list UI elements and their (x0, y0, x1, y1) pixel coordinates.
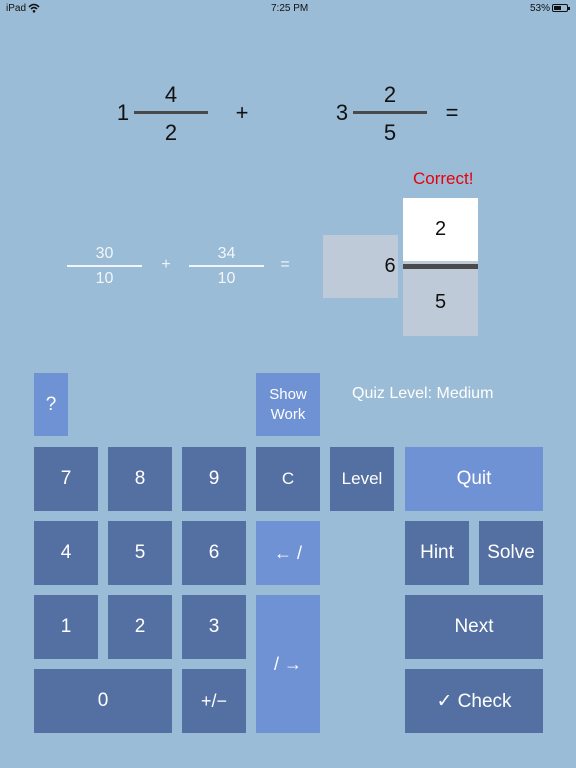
next-button[interactable]: Next (405, 595, 543, 659)
key-0[interactable]: 0 (34, 669, 172, 733)
device-name: iPad (6, 3, 27, 14)
problem-right-fraction-bar (353, 111, 427, 114)
answer-numerator-field[interactable]: 2 (403, 198, 478, 261)
answer-denominator-field[interactable]: 5 (403, 269, 478, 336)
battery-percent: 53% (530, 3, 551, 14)
wifi-icon (28, 3, 40, 13)
work-equals: = (280, 256, 290, 273)
problem-operator: + (235, 100, 249, 125)
quit-button[interactable]: Quit (405, 447, 543, 511)
key-3[interactable]: 3 (182, 595, 246, 659)
work-left-numerator: 30 (95, 245, 114, 262)
key-7[interactable]: 7 (34, 447, 98, 511)
key-1[interactable]: 1 (34, 595, 98, 659)
key-9[interactable]: 9 (182, 447, 246, 511)
problem-left-denominator: 2 (164, 120, 178, 145)
key-6[interactable]: 6 (182, 521, 246, 585)
show-work-button[interactable]: Show Work (256, 373, 320, 436)
problem-left-numerator: 4 (164, 82, 178, 107)
feedback-correct: Correct! (413, 169, 474, 188)
work-right-fraction-bar (189, 265, 264, 267)
key-8[interactable]: 8 (108, 447, 172, 511)
battery-icon (552, 4, 570, 12)
work-right-numerator: 34 (217, 245, 236, 262)
help-button[interactable]: ? (34, 373, 68, 436)
work-left-denominator: 10 (95, 270, 114, 287)
slash-forward-key[interactable]: / → (256, 595, 320, 733)
problem-right-numerator: 2 (383, 82, 397, 107)
plus-minus-key[interactable]: +/− (182, 669, 246, 733)
work-left-fraction-bar (67, 265, 142, 267)
hint-button[interactable]: Hint (405, 521, 469, 585)
backslash-key[interactable]: ← / (256, 521, 320, 585)
key-4[interactable]: 4 (34, 521, 98, 585)
work-operator: + (161, 256, 171, 273)
problem-right-whole: 3 (335, 100, 349, 125)
answer-whole: 6 (384, 255, 396, 277)
problem-equals: = (445, 100, 459, 125)
show-work-label-line1: Show (269, 385, 307, 403)
key-5[interactable]: 5 (108, 521, 172, 585)
work-right-denominator: 10 (217, 270, 236, 287)
level-button[interactable]: Level (330, 447, 394, 511)
problem-right-denominator: 5 (383, 120, 397, 145)
solve-button[interactable]: Solve (479, 521, 543, 585)
quiz-level-label: Quiz Level: Medium (352, 385, 494, 402)
show-work-label-line2: Work (270, 405, 306, 423)
check-button[interactable]: ✓ Check (405, 669, 543, 733)
problem-left-fraction-bar (134, 111, 208, 114)
clear-button[interactable]: C (256, 447, 320, 511)
problem-left-whole: 1 (116, 100, 130, 125)
status-time: 7:25 PM (271, 3, 309, 14)
key-2[interactable]: 2 (108, 595, 172, 659)
